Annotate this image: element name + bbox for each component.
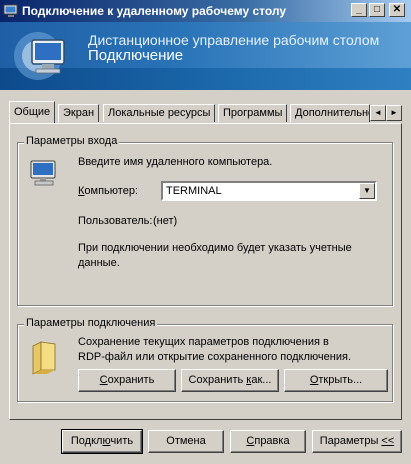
computer-prompt-text: Введите имя удаленного компьютера.: [78, 156, 273, 168]
tab-advanced[interactable]: Дополнительно: [290, 104, 370, 122]
connect-button[interactable]: Подключить: [61, 429, 143, 454]
options-label-before: Параметры: [319, 435, 382, 447]
user-value: (нет): [153, 215, 178, 227]
remote-desktop-icon: [3, 4, 18, 17]
tab-scroll-left-button[interactable]: ◄: [370, 105, 386, 121]
computer-combobox-value: TERMINAL: [166, 185, 222, 197]
cancel-button[interactable]: Отмена: [148, 430, 224, 453]
computer-combobox[interactable]: TERMINAL ▼: [161, 181, 377, 201]
close-button[interactable]: ✕: [389, 3, 405, 17]
general-tab-panel: Параметры входа Введите имя удаленного к…: [9, 123, 402, 420]
computer-label-rest: омпьютер:: [84, 185, 139, 197]
login-group-title: Параметры входа: [24, 135, 120, 147]
tab-display[interactable]: Экран: [58, 104, 100, 122]
help-button[interactable]: Справка: [230, 430, 306, 453]
tab-programs[interactable]: Программы: [218, 104, 288, 122]
options-button[interactable]: Параметры <<: [312, 430, 402, 453]
user-label: Пользователь:: [78, 215, 153, 227]
help-label-rest: правка: [254, 435, 290, 447]
tab-general[interactable]: Общие: [9, 101, 56, 123]
minimize-button[interactable]: _: [351, 3, 367, 17]
save-as-label-before: Сохранить: [188, 374, 247, 386]
connection-settings-group: Параметры подключения Сохранение текущих…: [17, 317, 393, 402]
connect-label-before: Подкл: [70, 435, 103, 447]
connection-description-line2: RDP-файл или открытие сохраненного подкл…: [78, 351, 351, 363]
connection-description-line1: Сохранение текущих параметров подключени…: [78, 336, 329, 348]
monitor-icon: [30, 160, 56, 186]
save-accel: С: [99, 374, 108, 386]
save-as-label-after: ак...: [251, 374, 272, 386]
login-settings-group: Параметры входа Введите имя удаленного к…: [17, 135, 393, 306]
chevron-down-icon[interactable]: ▼: [359, 183, 375, 199]
save-button[interactable]: Сохранить: [78, 369, 176, 392]
maximize-button[interactable]: □: [369, 3, 385, 17]
credentials-note-line1: При подключении необходимо будет указать…: [78, 242, 352, 254]
tab-local-resources[interactable]: Локальные ресурсы: [103, 104, 216, 122]
header-banner: Дистанционное управление рабочим столом …: [0, 22, 411, 90]
banner-line1: Дистанционное управление рабочим столом: [88, 32, 380, 48]
tab-scroll-right-button[interactable]: ►: [386, 105, 402, 121]
save-label-rest: охранить: [107, 374, 155, 386]
connect-label-after: чить: [110, 435, 134, 447]
save-as-button[interactable]: Сохранить как...: [181, 369, 279, 392]
open-button[interactable]: Открыть...: [284, 369, 388, 392]
open-label-rest: ткрыть...: [318, 374, 363, 386]
computer-label: Компьютер:: [78, 185, 138, 197]
folder-icon: [32, 341, 56, 375]
window-title: Подключение к удаленному рабочему столу: [22, 4, 287, 18]
credentials-note-line2: данные.: [78, 257, 120, 269]
connection-group-title: Параметры подключения: [24, 317, 158, 329]
options-accel: <<: [381, 435, 395, 447]
title-bar[interactable]: Подключение к удаленному рабочему столу …: [0, 0, 411, 22]
computer-monitor-icon: [14, 32, 65, 80]
banner-line2: Подключение: [88, 47, 184, 64]
